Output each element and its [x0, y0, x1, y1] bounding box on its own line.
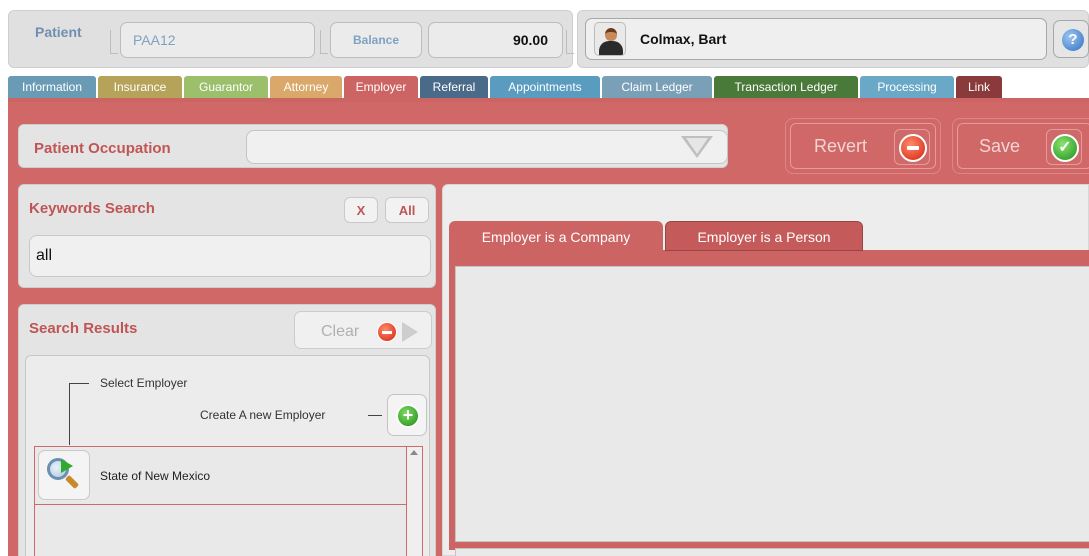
dropdown-arrow-inner	[686, 138, 708, 154]
create-employer-button[interactable]: +	[387, 394, 427, 436]
keywords-search-panel: Keywords Search X All all	[18, 184, 436, 288]
tab-processing[interactable]: Processing	[860, 76, 954, 99]
employer-page: Patient Occupation Revert Save ✓ Keyword…	[8, 102, 1089, 556]
tab-attorney[interactable]: Attorney	[270, 76, 342, 99]
tab-label: Claim Ledger	[621, 80, 693, 94]
patient-name: Colmax, Bart	[640, 31, 727, 47]
tab-label: Employer	[355, 80, 407, 94]
keywords-input[interactable]: all	[29, 235, 431, 277]
tab-link[interactable]: Link	[956, 76, 1002, 99]
help-icon: ?	[1062, 29, 1084, 51]
tab-label: Processing	[877, 80, 937, 94]
tab-label: Link	[967, 80, 990, 94]
tree-connector	[368, 415, 382, 416]
app-window: Patient PAA12 Balance 90.00 Colmax, Bart…	[0, 0, 1089, 556]
revert-label: Revert	[814, 136, 868, 156]
tab-guarantor[interactable]: Guarantor	[184, 76, 268, 99]
tab-label: Guarantor	[198, 80, 254, 94]
employer-name: State of New Mexico	[100, 469, 211, 483]
tab-employer-company[interactable]: Employer is a Company	[449, 221, 663, 251]
clear-keywords-button[interactable]: X	[344, 197, 378, 223]
tab-employer[interactable]: Employer	[344, 76, 418, 99]
tab-label: Transaction Ledger	[734, 80, 838, 94]
tab-referral[interactable]: Referral	[420, 76, 488, 99]
revert-button[interactable]: Revert	[785, 118, 941, 174]
revert-icon	[894, 129, 930, 165]
patient-occupation-panel: Patient Occupation	[18, 124, 728, 168]
scroll-up-icon[interactable]	[410, 450, 418, 455]
search-results-label: Search Results	[29, 320, 138, 337]
bracket-divider	[110, 30, 118, 54]
save-label: Save	[979, 136, 1021, 156]
tab-label: Attorney	[283, 80, 329, 94]
bracket-divider	[320, 30, 328, 54]
tab-label: Information	[21, 80, 83, 94]
minus-icon	[377, 322, 397, 342]
tab-label: Insurance	[113, 80, 167, 94]
save-check-icon: ✓	[1046, 129, 1082, 165]
patient-avatar-icon	[594, 22, 626, 56]
all-keywords-button[interactable]: All	[385, 197, 429, 223]
plus-icon: +	[396, 404, 420, 428]
tab-transaction-ledger[interactable]: Transaction Ledger	[714, 76, 858, 99]
tab-appointments[interactable]: Appointments	[490, 76, 600, 99]
results-scrollbar[interactable]	[406, 447, 422, 556]
tab-claim-ledger[interactable]: Claim Ledger	[602, 76, 712, 99]
balance-button[interactable]: Balance	[330, 22, 422, 58]
employer-detail-content	[455, 266, 1089, 542]
save-button[interactable]: Save ✓	[952, 118, 1089, 174]
list-item[interactable]: State of New Mexico	[35, 447, 422, 505]
tree-connector	[69, 383, 89, 384]
tab-employer-person[interactable]: Employer is a Person	[665, 221, 863, 251]
results-list: State of New Mexico	[34, 446, 423, 556]
clear-results-button[interactable]: Clear	[294, 311, 432, 349]
results-tree: Select Employer Create A new Employer + …	[25, 355, 430, 556]
clear-label: Clear	[321, 323, 360, 340]
employer-detail-panel: Employer is a Company Employer is a Pers…	[442, 184, 1089, 556]
bracket-divider	[566, 30, 574, 54]
patient-occupation-select[interactable]	[246, 130, 728, 164]
search-results-panel: Search Results Clear Select Employer Cre…	[18, 304, 436, 556]
tab-label: Appointments	[508, 80, 582, 94]
tree-connector	[69, 383, 70, 445]
patient-occupation-label: Patient Occupation	[34, 140, 171, 157]
keywords-search-label: Keywords Search	[29, 200, 155, 217]
help-button[interactable]: ?	[1053, 20, 1089, 58]
main-tab-strip: Information Insurance Guarantor Attorney…	[8, 76, 1089, 99]
patient-header: Patient PAA12 Balance 90.00 Colmax, Bart…	[0, 0, 1089, 72]
create-employer-label: Create A new Employer	[200, 408, 326, 422]
play-arrow-icon	[402, 322, 418, 342]
select-employer-label: Select Employer	[100, 376, 188, 390]
balance-value: 90.00	[428, 22, 563, 58]
patient-id-field[interactable]: PAA12	[120, 22, 315, 58]
employer-detail-footer	[455, 548, 1089, 556]
patient-label: Patient	[35, 24, 82, 40]
tab-label: Referral	[432, 80, 476, 94]
tab-insurance[interactable]: Insurance	[98, 76, 182, 99]
tab-information[interactable]: Information	[8, 76, 96, 99]
select-employer-magnifier-icon[interactable]	[38, 450, 90, 500]
